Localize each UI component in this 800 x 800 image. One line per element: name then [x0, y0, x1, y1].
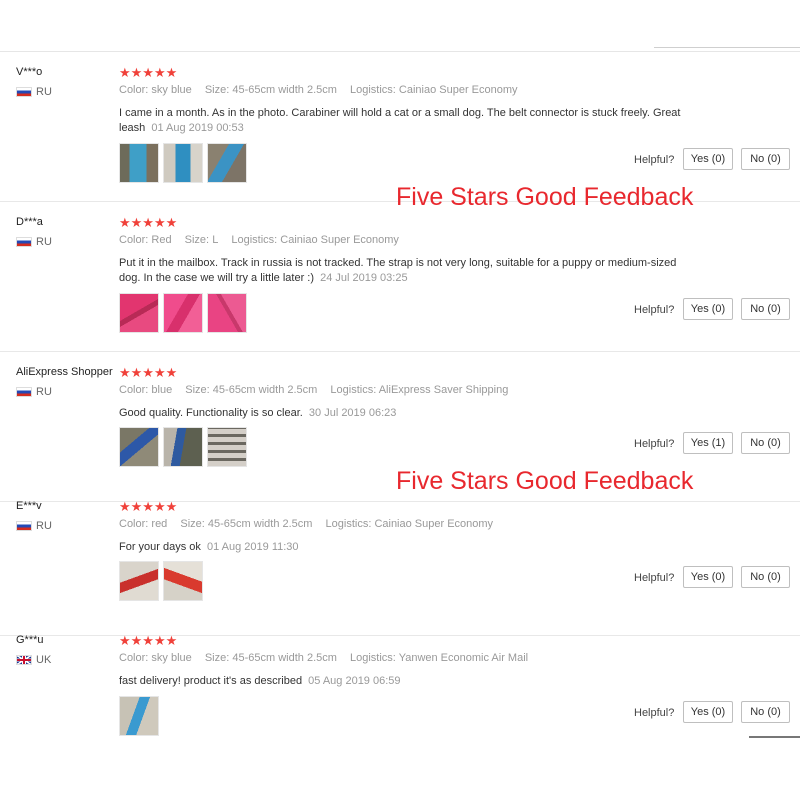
reviewer-country: RU [16, 520, 52, 532]
helpful-yes-button[interactable]: Yes (0) [683, 148, 733, 170]
russia-flag-icon [16, 387, 32, 397]
logistics-value: Cainiao Super Economy [374, 518, 494, 530]
russia-flag-icon [16, 521, 32, 531]
color-value: Red [151, 234, 172, 246]
size-value: 45-65cm width 2.5cm [207, 518, 313, 530]
review-attributes: Color: sky blue Size: 45-65cm width 2.5c… [119, 652, 529, 664]
reviewer-country: RU [16, 386, 52, 398]
reviewer-name: E***v [16, 500, 42, 512]
review-item: E***v RU ★★★★★ Color: red Size: 45-65cm … [0, 486, 800, 636]
review-photo-thumbnail[interactable] [119, 293, 159, 333]
review-date: 05 Aug 2019 06:59 [308, 675, 401, 687]
country-code: RU [36, 386, 52, 398]
review-photo-thumbnail[interactable] [163, 561, 203, 601]
review-photo-thumbnail[interactable] [119, 561, 159, 601]
review-text: fast delivery! product it's as described… [119, 675, 401, 687]
review-item: D***a RU ★★★★★ Color: Red Size: L Logist… [0, 202, 800, 352]
helpful-label: Helpful? [634, 154, 675, 166]
star-rating: ★★★★★ [119, 65, 178, 80]
logistics-value: Cainiao Super Economy [280, 234, 399, 246]
review-photos [119, 293, 247, 333]
review-date: 01 Aug 2019 11:30 [206, 541, 299, 553]
star-rating: ★★★★★ [119, 633, 178, 648]
review-photo-thumbnail[interactable] [207, 293, 247, 333]
country-code: RU [36, 520, 52, 532]
review-photo-thumbnail[interactable] [163, 143, 203, 183]
review-attributes: Color: blue Size: 45-65cm width 2.5cm Lo… [119, 384, 509, 396]
review-text: For your days ok 01 Aug 2019 11:30 [119, 541, 299, 553]
logistics-value: Cainiao Super Economy [398, 84, 518, 96]
review-attributes: Color: Red Size: L Logistics: Cainiao Su… [119, 234, 399, 246]
russia-flag-icon [16, 237, 32, 247]
review-attributes: Color: sky blue Size: 45-65cm width 2.5c… [119, 84, 518, 96]
review-photos [119, 696, 159, 736]
size-value: 45-65cm width 2.5cm [212, 384, 318, 396]
country-code: UK [36, 654, 52, 666]
review-date: 30 Jul 2019 06:23 [308, 407, 397, 419]
size-value: 45-65cm width 2.5cm [232, 84, 337, 96]
reviewer-name: G***u [16, 634, 44, 646]
helpful-no-button[interactable]: No (0) [741, 566, 790, 588]
helpful-no-button[interactable]: No (0) [741, 701, 790, 723]
review-photos [119, 427, 247, 467]
top-divider-tab [654, 47, 800, 48]
promo-banner-text: Five Stars Good Feedback [396, 467, 694, 495]
helpful-no-button[interactable]: No (0) [741, 298, 790, 320]
logistics-value: AliExpress Saver Shipping [378, 384, 509, 396]
helpful-label: Helpful? [634, 438, 675, 450]
review-photos [119, 143, 247, 183]
review-text: Put it in the mailbox. Track in russia i… [119, 257, 677, 284]
reviewer-country: UK [16, 654, 51, 666]
helpful-label: Helpful? [634, 304, 675, 316]
review-photo-thumbnail[interactable] [163, 427, 203, 467]
reviewer-country: RU [16, 236, 52, 248]
color-value: sky blue [151, 84, 192, 96]
color-value: blue [151, 384, 173, 396]
reviewer-name: V***o [16, 66, 43, 78]
helpful-no-button[interactable]: No (0) [741, 148, 790, 170]
review-photo-thumbnail[interactable] [119, 143, 159, 183]
size-value: L [212, 234, 219, 246]
helpful-yes-button[interactable]: Yes (0) [683, 298, 733, 320]
review-text: Good quality. Functionality is so clear.… [119, 407, 397, 419]
review-photo-thumbnail[interactable] [207, 427, 247, 467]
promo-banner-text: Five Stars Good Feedback [396, 183, 694, 211]
size-value: 45-65cm width 2.5cm [232, 652, 337, 664]
reviewer-name: AliExpress Shopper [16, 366, 113, 378]
review-photo-thumbnail[interactable] [119, 696, 159, 736]
star-rating: ★★★★★ [119, 365, 178, 380]
helpful-yes-button[interactable]: Yes (1) [683, 432, 733, 454]
reviewer-name: D***a [16, 216, 43, 228]
review-text: I came in a month. As in the photo. Cara… [119, 107, 681, 134]
helpful-label: Helpful? [634, 707, 675, 719]
russia-flag-icon [16, 87, 32, 97]
helpful-yes-button[interactable]: Yes (0) [683, 701, 733, 723]
helpful-yes-button[interactable]: Yes (0) [683, 566, 733, 588]
uk-flag-icon [16, 655, 32, 665]
color-value: sky blue [151, 652, 192, 664]
star-rating: ★★★★★ [119, 499, 178, 514]
review-photos [119, 561, 203, 601]
review-date: 24 Jul 2019 03:25 [320, 272, 408, 284]
review-item: G***u UK ★★★★★ Color: sky blue Size: 45-… [0, 620, 800, 769]
country-code: RU [36, 86, 52, 98]
color-value: red [151, 518, 168, 530]
review-item: V***o RU ★★★★★ Color: sky blue Size: 45-… [0, 52, 800, 202]
bottom-divider-tab [749, 736, 800, 738]
review-date: 01 Aug 2019 00:53 [151, 122, 244, 134]
review-photo-thumbnail[interactable] [163, 293, 203, 333]
reviewer-country: RU [16, 86, 52, 98]
review-photo-thumbnail[interactable] [207, 143, 247, 183]
logistics-value: Yanwen Economic Air Mail [398, 652, 529, 664]
country-code: RU [36, 236, 52, 248]
star-rating: ★★★★★ [119, 215, 178, 230]
helpful-no-button[interactable]: No (0) [741, 432, 790, 454]
review-attributes: Color: red Size: 45-65cm width 2.5cm Log… [119, 518, 494, 530]
helpful-label: Helpful? [634, 572, 675, 584]
review-photo-thumbnail[interactable] [119, 427, 159, 467]
